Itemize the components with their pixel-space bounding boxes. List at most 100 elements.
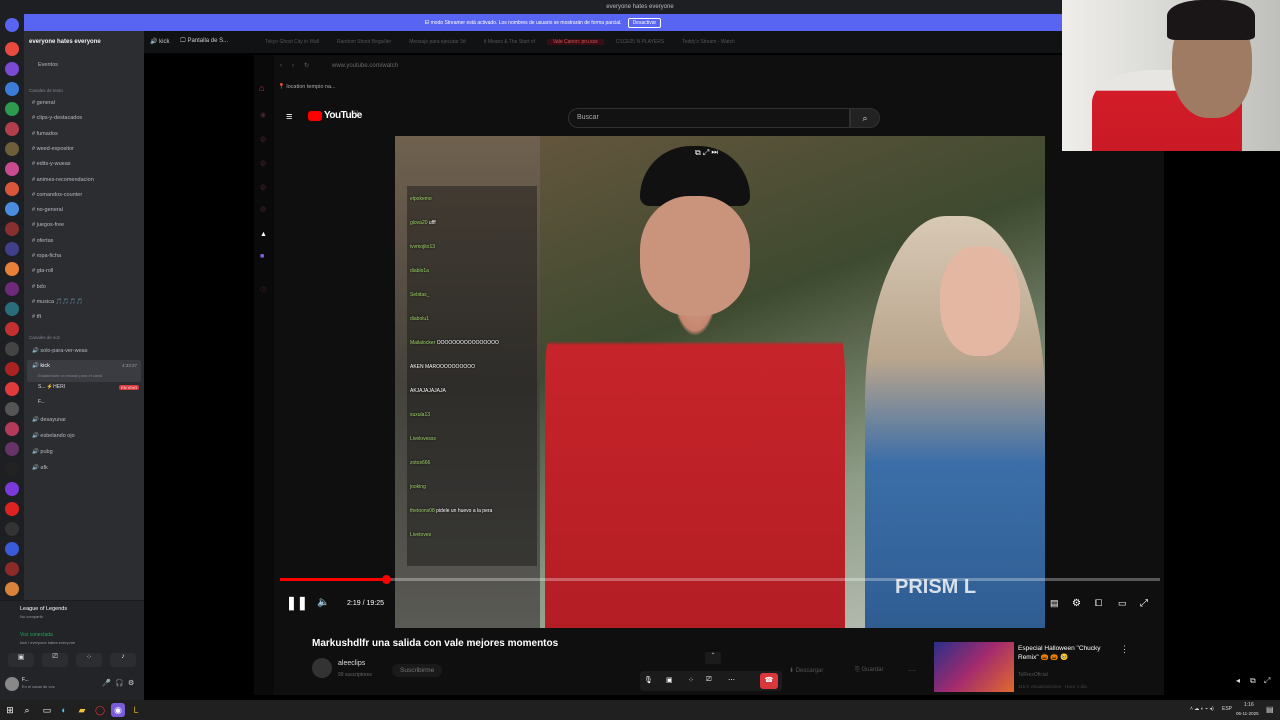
voice-channel[interactable]: 🔊 desayunar [32, 417, 66, 423]
text-channel[interactable]: # gta-roll [32, 268, 53, 274]
server-icon[interactable] [5, 442, 19, 456]
more-icon[interactable]: ⋯ [728, 676, 735, 684]
voice-channel[interactable]: 🔊 pubg [32, 449, 53, 455]
back-icon[interactable]: ‹ [280, 63, 282, 69]
server-icon[interactable] [5, 562, 19, 576]
voice-channel[interactable]: 🔊 solo-para-ver-weas [32, 348, 87, 354]
cast-icon[interactable]: ▭ [1118, 598, 1127, 609]
text-channel[interactable]: # weed-expositor [32, 146, 74, 152]
browser-tab[interactable]: Teddy's Stream - Watch [676, 39, 741, 45]
progress-track[interactable] [280, 578, 1160, 581]
server-icon[interactable] [5, 282, 19, 296]
text-channel[interactable]: # ofertas [32, 238, 53, 244]
miniplayer-icon[interactable]: ⧠ [1095, 598, 1102, 609]
server-icon[interactable] [5, 422, 19, 436]
server-icon[interactable] [5, 222, 19, 236]
server-icon[interactable] [5, 322, 19, 336]
text-channel[interactable]: # no-general [32, 207, 63, 213]
video-player[interactable]: PRISM L ⧉ ⤢ ⏭ [395, 136, 1045, 628]
related-thumbnail[interactable] [934, 642, 1014, 692]
deactivate-streamer-button[interactable]: Desactivar [627, 17, 662, 28]
sidebar-icon[interactable]: ▲ [260, 231, 267, 238]
channel-name[interactable]: aleeclips [338, 660, 365, 667]
tray-icons[interactable]: ˄ ☁ ◐ ⌁ ◂) [1190, 706, 1214, 712]
server-icon[interactable] [5, 362, 19, 376]
avatar[interactable] [5, 677, 19, 691]
download-button[interactable]: ⬇ Descargar [789, 667, 823, 674]
server-icon[interactable] [5, 242, 19, 256]
disconnect-icon[interactable]: ☎ [760, 673, 778, 689]
sidebar-icon[interactable]: ◉ [260, 111, 266, 119]
sidebar-icon[interactable]: ◍ [260, 135, 266, 143]
server-icon[interactable] [5, 162, 19, 176]
fullscreen-icon[interactable]: ⤢ [1264, 676, 1270, 686]
voice-channel[interactable]: 🔊 esbelando ojo [32, 433, 75, 439]
text-channel[interactable]: # clips-y-destacados [32, 115, 82, 121]
browser-tab[interactable]: CSCE05 N PLAYERS [610, 39, 671, 45]
browser-tab[interactable]: Mensaje para ejecutar 3d [403, 39, 471, 45]
sidebar-icon[interactable]: ◍ [260, 205, 266, 213]
camera-icon[interactable]: ▣ [666, 676, 673, 684]
server-icon[interactable] [5, 262, 19, 276]
server-icon[interactable] [5, 182, 19, 196]
server-icon[interactable] [5, 302, 19, 316]
server-name[interactable]: everyone hates everyone [29, 39, 101, 45]
forward-icon[interactable]: › [292, 63, 294, 69]
url-bar[interactable]: ‹ › ↻ www.youtube.com/watch [274, 58, 874, 76]
browser-tab[interactable]: It Means & The Start of [478, 39, 541, 45]
text-channel[interactable]: # edits-y-wueas [32, 161, 71, 167]
stream-screen[interactable]: 🖵 Pantalla de S... [180, 38, 228, 45]
server-icon[interactable] [5, 342, 19, 356]
camera-button[interactable]: ▣ [8, 653, 34, 667]
discord-home-icon[interactable] [5, 18, 19, 32]
sidebar-icon[interactable]: ◍ [260, 183, 266, 191]
league-icon[interactable]: L [129, 703, 143, 717]
text-channel[interactable]: # animes-recomendacion [32, 177, 94, 183]
screen-share-button[interactable]: ⎚ [42, 653, 68, 667]
voice-user[interactable]: S... ⚡HERI [38, 384, 65, 390]
text-channel[interactable]: # tft [32, 314, 41, 320]
server-icon[interactable] [5, 542, 19, 556]
edge-icon[interactable]: ◐ [57, 703, 71, 717]
server-icon[interactable] [5, 42, 19, 56]
volume-icon[interactable]: 🔈 [317, 597, 329, 608]
fullscreen-icon[interactable]: ⤢ [1140, 598, 1148, 609]
text-channel[interactable]: # ropa-ficha [32, 253, 61, 259]
chevron-up-icon[interactable]: ⌃ [705, 652, 721, 664]
browser-tab[interactable]: Vale Canon: pru.xss [546, 39, 604, 45]
voice-user[interactable]: F... [38, 399, 45, 405]
subtitles-icon[interactable]: ▤ [1050, 598, 1059, 609]
home-icon[interactable]: ⌂ [259, 83, 264, 93]
text-channel[interactable]: # comandos-counter [32, 192, 82, 198]
voice-category[interactable]: Canales de voz [29, 335, 60, 340]
activities-icon[interactable]: ⁘ [688, 676, 694, 684]
server-icon[interactable] [5, 82, 19, 96]
url-text[interactable]: www.youtube.com/watch [332, 63, 398, 69]
text-channel[interactable]: # musica 🎵🎵🎵🎵 [32, 299, 83, 305]
more-icon[interactable]: ⋯ [908, 666, 916, 675]
server-icon[interactable] [5, 122, 19, 136]
server-icon[interactable] [5, 102, 19, 116]
mic-icon[interactable]: 🎙 [644, 676, 653, 684]
browser-tab[interactable]: Random Shoot Beguiller [331, 39, 397, 45]
server-icon[interactable] [5, 62, 19, 76]
sidebar-icon[interactable]: ◍ [260, 159, 266, 167]
server-icon[interactable] [5, 382, 19, 396]
search-icon[interactable]: ⌕ [850, 108, 880, 128]
pause-icon[interactable]: ❚❚ [286, 595, 308, 611]
events-link[interactable]: Eventos [38, 62, 58, 68]
soundboard-button[interactable]: ♪ [110, 653, 136, 667]
gear-icon[interactable]: ⚙ [128, 679, 134, 687]
text-channel[interactable]: # fumados [32, 131, 58, 137]
stream-channel[interactable]: 🔊 kick [150, 38, 169, 45]
text-channel[interactable]: # general [32, 100, 55, 106]
subscribe-button[interactable]: Suscribirme [392, 664, 443, 677]
browser-tab[interactable]: Tokyo Ghost City in Wall [259, 39, 325, 45]
miniplayer-icon[interactable]: ⧉ ⤢ ⏭ [695, 148, 718, 158]
menu-icon[interactable]: ≡ [286, 111, 292, 123]
related-title[interactable]: Especial Halloween "Chucky Remix" 🎃 🎃 🥺 [1018, 644, 1114, 662]
popout-icon[interactable]: ⧉ [1250, 676, 1256, 686]
text-channel[interactable]: # bdo [32, 284, 46, 290]
voice-channel[interactable]: 🔊 afk [32, 465, 48, 471]
server-icon[interactable] [5, 462, 19, 476]
